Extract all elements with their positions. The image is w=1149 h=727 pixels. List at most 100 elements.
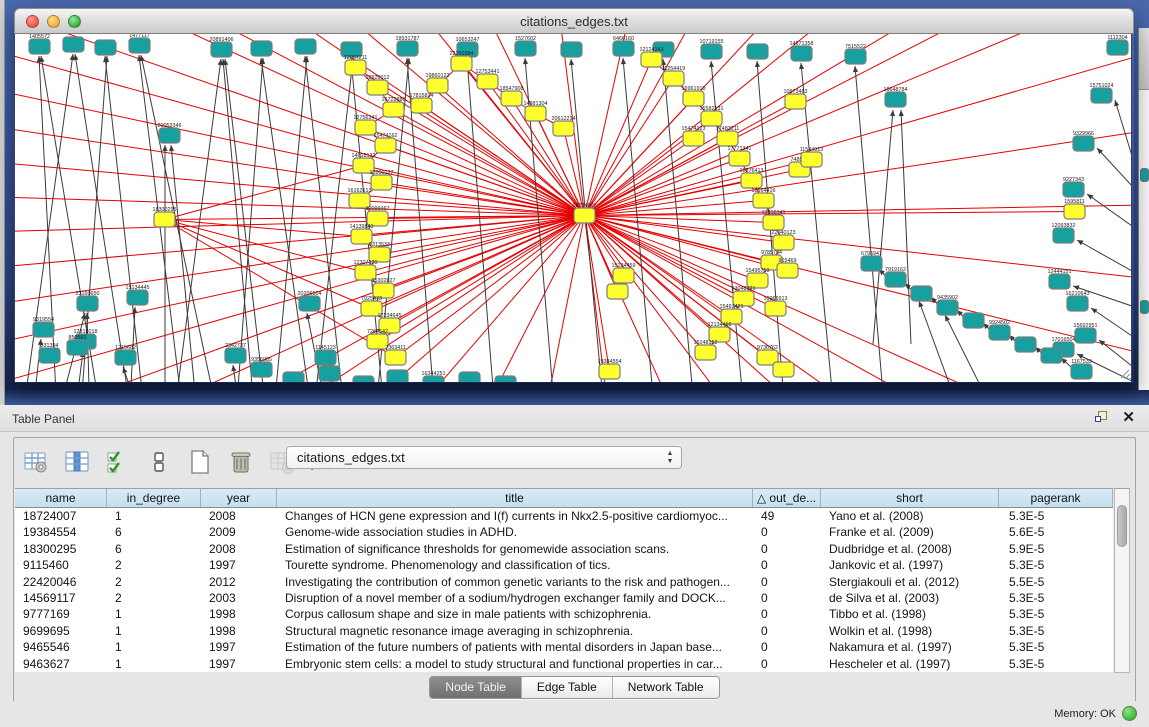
table-row[interactable]: 946362711997Embryonic stem cells: a mode… xyxy=(15,656,1113,672)
graph-node[interactable] xyxy=(785,94,806,109)
graph-node[interactable] xyxy=(885,272,906,287)
graph-node[interactable] xyxy=(525,106,546,121)
graph-node[interactable] xyxy=(387,370,408,382)
graph-node[interactable] xyxy=(717,131,738,146)
graph-node[interactable] xyxy=(459,372,480,382)
column-header-name[interactable]: name xyxy=(15,489,107,507)
graph-node[interactable] xyxy=(501,91,522,106)
graph-node[interactable] xyxy=(95,40,116,55)
graph-node[interactable] xyxy=(1015,337,1036,352)
graph-node[interactable] xyxy=(1091,88,1112,103)
select-rows-icon[interactable] xyxy=(104,448,132,476)
graph-node[interactable] xyxy=(427,78,448,93)
graph-node[interactable] xyxy=(1071,364,1092,379)
graph-node[interactable] xyxy=(345,60,366,75)
table-row[interactable]: 969969511998Structural magnetic resonanc… xyxy=(15,623,1113,639)
graph-node[interactable] xyxy=(251,41,272,56)
graph-node[interactable] xyxy=(663,71,684,86)
graph-node[interactable] xyxy=(299,296,320,311)
graph-node[interactable] xyxy=(963,313,984,328)
table-row[interactable]: 911546021997Tourette syndrome. Phenomeno… xyxy=(15,557,1113,573)
network-view-window[interactable]: citations_edges.txt 14055721477117208914… xyxy=(14,8,1134,383)
graph-node[interactable] xyxy=(353,376,374,382)
graph-node[interactable] xyxy=(791,46,812,61)
graph-node[interactable] xyxy=(39,348,60,363)
graph-node[interactable] xyxy=(63,37,84,52)
graph-node[interactable] xyxy=(747,44,768,59)
column-header-year[interactable]: year xyxy=(201,489,277,507)
table-row[interactable]: 2242004622012Investigating the contribut… xyxy=(15,574,1113,590)
table-row[interactable]: 946554611997Estimation of the future num… xyxy=(15,639,1113,655)
graph-node[interactable] xyxy=(477,74,498,89)
graph-node[interactable] xyxy=(251,362,272,377)
graph-node[interactable] xyxy=(397,41,418,56)
graph-node[interactable] xyxy=(225,348,246,363)
graph-node[interactable] xyxy=(1075,328,1096,343)
graph-node[interactable] xyxy=(861,256,882,271)
window-titlebar[interactable]: citations_edges.txt xyxy=(14,8,1134,34)
graph-node[interactable] xyxy=(683,131,704,146)
graph-node[interactable] xyxy=(319,366,340,381)
float-panel-icon[interactable] xyxy=(1094,410,1110,426)
graph-node[interactable] xyxy=(77,296,98,311)
graph-node[interactable] xyxy=(695,345,716,360)
graph-node[interactable] xyxy=(295,39,316,54)
graph-node[interactable] xyxy=(159,128,180,143)
close-panel-icon[interactable]: ✕ xyxy=(1122,410,1135,426)
graph-node[interactable] xyxy=(129,38,150,53)
tab-network-table[interactable]: Network Table xyxy=(613,677,719,698)
graph-node[interactable] xyxy=(67,340,88,355)
graph-node[interactable] xyxy=(989,325,1010,340)
graph-node[interactable] xyxy=(741,173,762,188)
create-table-icon[interactable] xyxy=(186,448,214,476)
graph-node[interactable] xyxy=(773,235,794,250)
table-options-icon[interactable] xyxy=(22,448,50,476)
graph-node[interactable] xyxy=(1053,228,1074,243)
graph-node[interactable] xyxy=(561,42,582,57)
graph-node[interactable] xyxy=(115,350,136,365)
graph-node[interactable] xyxy=(154,212,175,227)
graph-node[interactable] xyxy=(29,39,50,54)
graph-node[interactable] xyxy=(773,362,794,377)
graph-node[interactable] xyxy=(613,41,634,56)
graph-node[interactable] xyxy=(1063,182,1084,197)
graph-node[interactable] xyxy=(211,42,232,57)
graph-node[interactable] xyxy=(385,350,406,365)
graph-node[interactable] xyxy=(315,350,336,365)
graph-node[interactable] xyxy=(1073,136,1094,151)
graph-node[interactable] xyxy=(1064,204,1085,219)
network-canvas[interactable]: 1405572147711720891406189317871065324715… xyxy=(14,34,1132,382)
table-vertical-scrollbar[interactable] xyxy=(1114,488,1130,673)
graph-node[interactable] xyxy=(753,193,774,208)
graph-node[interactable] xyxy=(33,322,54,337)
table-row[interactable]: 1872400712008Changes of HCN gene express… xyxy=(15,508,1113,524)
graph-node[interactable] xyxy=(574,208,595,223)
graph-node[interactable] xyxy=(763,215,784,230)
graph-node[interactable] xyxy=(1107,40,1128,55)
tab-edge-table[interactable]: Edge Table xyxy=(522,677,613,698)
table-row[interactable]: 1938455462009Genome-wide association stu… xyxy=(15,524,1113,540)
graph-node[interactable] xyxy=(1041,348,1062,363)
graph-node[interactable] xyxy=(371,175,392,190)
graph-node[interactable] xyxy=(729,151,750,166)
graph-node[interactable] xyxy=(613,268,634,283)
column-header-short[interactable]: short xyxy=(821,489,999,507)
tab-node-table[interactable]: Node Table xyxy=(430,677,522,698)
graph-node[interactable] xyxy=(845,49,866,64)
table-row[interactable]: 1830029562008Estimation of significance … xyxy=(15,541,1113,557)
graph-node[interactable] xyxy=(765,301,786,316)
graph-node[interactable] xyxy=(411,98,432,113)
graph-node[interactable] xyxy=(599,364,620,379)
node-table[interactable]: namein_degreeyeartitle△ out_de...shortpa… xyxy=(15,488,1113,672)
table-header-row[interactable]: namein_degreeyeartitle△ out_de...shortpa… xyxy=(15,489,1113,508)
graph-node[interactable] xyxy=(911,286,932,301)
graph-node[interactable] xyxy=(283,372,304,382)
graph-node[interactable] xyxy=(383,102,404,117)
table-row[interactable]: 1456911722003Disruption of a novel membe… xyxy=(15,590,1113,606)
graph-node[interactable] xyxy=(683,91,704,106)
delete-rows-icon[interactable] xyxy=(227,448,255,476)
column-header-out_de[interactable]: △ out_de... xyxy=(753,489,821,507)
graph-node[interactable] xyxy=(495,376,516,382)
graph-node[interactable] xyxy=(375,138,396,153)
graph-node[interactable] xyxy=(701,111,722,126)
